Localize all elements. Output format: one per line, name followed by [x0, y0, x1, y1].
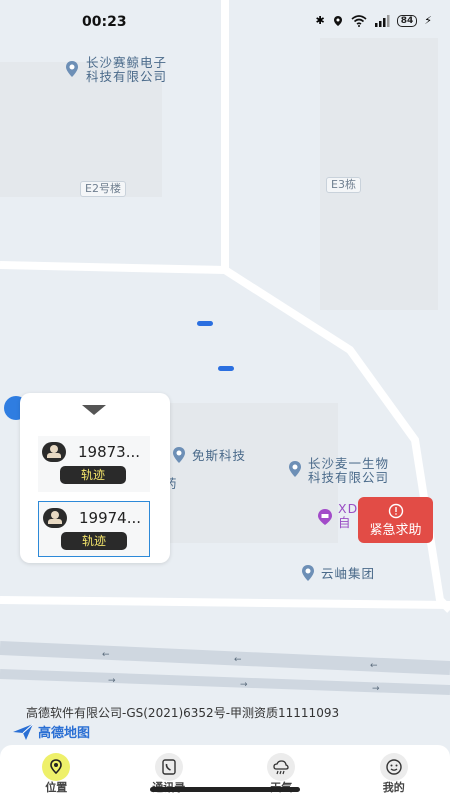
- device-location-dot[interactable]: [197, 321, 213, 326]
- home-indicator[interactable]: [150, 787, 300, 792]
- device-panel: 19873... 轨迹 19974... 轨迹: [20, 393, 170, 563]
- tab-location[interactable]: 位置: [0, 745, 113, 800]
- road-arrow-icon: →: [108, 676, 116, 686]
- poi-label: XD 自: [338, 501, 359, 530]
- road-label: E2号楼: [80, 181, 126, 197]
- map-copyright: 高德软件有限公司-GS(2021)6352号-甲测资质11111093: [26, 706, 340, 720]
- road-arrow-icon: →: [240, 680, 248, 690]
- amap-logo-text: 高德地图: [38, 726, 91, 741]
- poi-label: 免斯科技: [192, 448, 247, 463]
- weather-icon: [267, 753, 296, 781]
- poi-pin-icon: [302, 565, 314, 581]
- tab-label: 位置: [45, 781, 68, 794]
- track-button[interactable]: 轨迹: [60, 466, 126, 484]
- road-arrow-icon: ←: [102, 650, 110, 660]
- poi-label: 长沙麦一生物 科技有限公司: [308, 456, 390, 485]
- sos-label: 紧急求助: [369, 523, 422, 538]
- status-bar: 00:23 ✱ 84 ⚡: [0, 0, 450, 44]
- amap-plane-icon: [13, 723, 34, 740]
- tab-profile[interactable]: 我的: [338, 745, 450, 800]
- road-arrow-icon: ←: [234, 655, 242, 665]
- signal-icon: [374, 14, 390, 27]
- device-card[interactable]: 19974... 轨迹: [38, 501, 150, 557]
- poi-label: 长沙赛鲸电子 科技有限公司: [86, 55, 168, 84]
- location-status-icon: [333, 15, 342, 26]
- bluetooth-icon: ✱: [315, 14, 325, 27]
- poi-pin-icon: [173, 447, 185, 463]
- wifi-icon: [351, 14, 367, 27]
- poi-pin-icon: [289, 461, 301, 477]
- hotel-pin-icon: [318, 509, 332, 525]
- collapse-triangle-icon[interactable]: [82, 405, 106, 415]
- tab-label: 我的: [382, 781, 405, 794]
- poi-label: 云岫集团: [321, 566, 376, 581]
- phone-book-icon: [154, 753, 183, 781]
- amap-logo: 高德地图: [12, 722, 90, 741]
- road-arrow-icon: ←: [370, 661, 378, 671]
- profile-icon: [379, 753, 408, 781]
- road-arrow-icon: →: [372, 684, 380, 694]
- device-phone: 19974...: [79, 509, 142, 527]
- status-time: 00:23: [82, 14, 127, 30]
- poi-pin-icon: [66, 61, 78, 77]
- status-icons: ✱ 84 ⚡: [316, 14, 432, 27]
- device-card[interactable]: 19873... 轨迹: [38, 436, 150, 492]
- location-icon: [42, 753, 71, 781]
- avatar-icon: [42, 442, 66, 462]
- device-phone: 19873...: [78, 443, 141, 461]
- avatar-icon: [43, 508, 67, 528]
- track-button[interactable]: 轨迹: [61, 532, 127, 550]
- charging-icon: ⚡: [424, 14, 432, 27]
- sos-button[interactable]: 紧急求助: [358, 497, 433, 543]
- road-label: E3栋: [326, 177, 361, 193]
- battery-icon: 84: [396, 14, 418, 27]
- device-location-dot[interactable]: [218, 366, 234, 371]
- alert-icon: [388, 503, 403, 519]
